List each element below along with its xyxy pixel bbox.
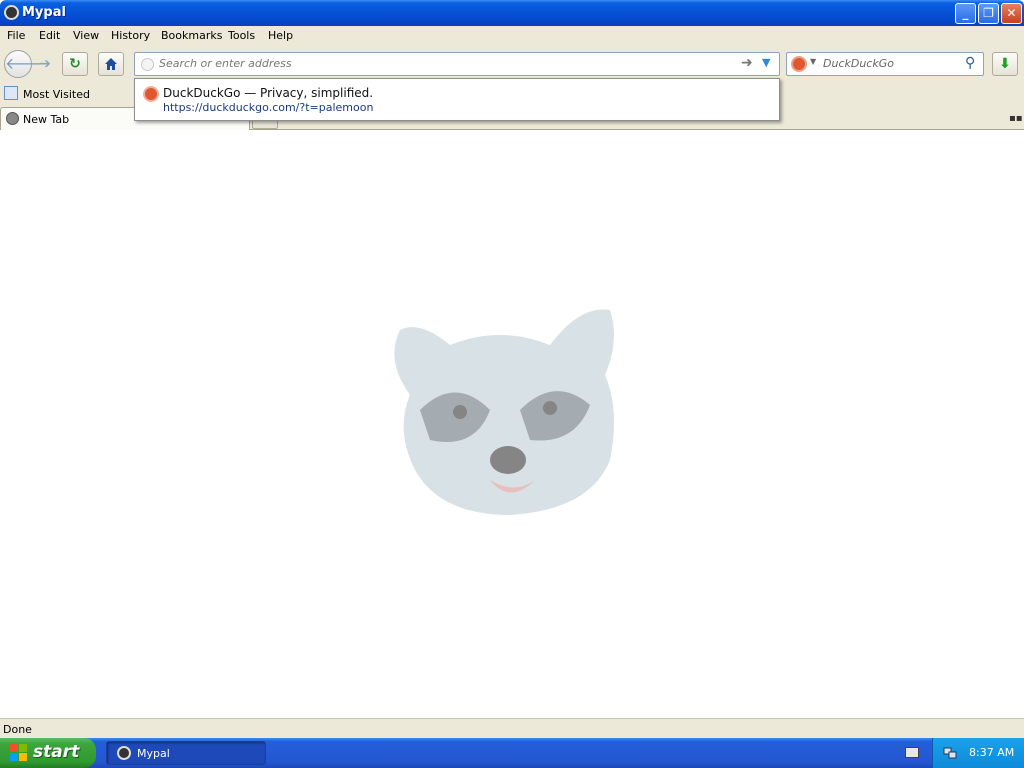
- network-icon[interactable]: [943, 746, 957, 760]
- site-identity-icon[interactable]: [141, 58, 154, 71]
- dropdown-triangle-icon[interactable]: ▼: [762, 56, 770, 69]
- system-tray: 8:37 AM: [932, 738, 1024, 768]
- status-bar: Done: [0, 718, 1024, 738]
- bookmark-most-visited[interactable]: Most Visited: [23, 88, 90, 101]
- menu-edit[interactable]: Edit: [39, 29, 60, 42]
- search-input[interactable]: [823, 57, 963, 70]
- title-bar[interactable]: Mypal _ ❐ ✕: [0, 0, 1024, 26]
- downloads-button[interactable]: ⬇: [992, 52, 1018, 76]
- back-button[interactable]: 🡐: [4, 50, 48, 78]
- menu-tools[interactable]: Tools: [228, 29, 255, 42]
- url-input[interactable]: [159, 57, 739, 70]
- start-label: start: [33, 742, 80, 762]
- duckduckgo-icon: [143, 86, 159, 102]
- taskbar-item-mypal[interactable]: Mypal: [106, 741, 266, 765]
- windows-logo-icon: [10, 744, 28, 762]
- page-content: [0, 130, 1024, 718]
- navigation-toolbar: 🡐 ➔ ↻ ➜ ▼ ▼ ⚲ ⬇: [0, 46, 1024, 82]
- raccoon-icon: [4, 5, 19, 20]
- bookmark-folder-icon: [4, 86, 18, 100]
- reload-button[interactable]: ↻: [62, 52, 88, 76]
- autocomplete-url: https://duckduckgo.com/?t=palemoon: [163, 101, 374, 114]
- mypal-raccoon-logo: [394, 309, 614, 515]
- menu-help[interactable]: Help: [268, 29, 293, 42]
- download-arrow-icon: ⬇: [999, 56, 1011, 72]
- back-forward-group: 🡐 ➔: [4, 50, 58, 78]
- search-icon[interactable]: ⚲: [965, 55, 975, 71]
- forward-button[interactable]: ➔: [34, 54, 56, 74]
- duckduckgo-icon[interactable]: [791, 56, 807, 72]
- home-button[interactable]: [98, 52, 124, 76]
- menu-view[interactable]: View: [73, 29, 99, 42]
- list-all-tabs-icon[interactable]: ▪▪: [1009, 113, 1023, 124]
- raccoon-icon: [117, 746, 131, 760]
- minimize-icon: _: [962, 6, 969, 20]
- status-text: Done: [3, 723, 32, 736]
- menu-history[interactable]: History: [111, 29, 150, 42]
- restore-button[interactable]: ❐: [978, 3, 999, 24]
- menu-bar: File Edit View History Bookmarks Tools H…: [0, 26, 1024, 46]
- chevron-down-icon[interactable]: ▼: [810, 57, 816, 66]
- start-button[interactable]: start: [0, 738, 96, 768]
- clock[interactable]: 8:37 AM: [969, 746, 1014, 759]
- arrow-right-icon: ➔: [39, 56, 51, 72]
- tab-label: New Tab: [23, 113, 70, 126]
- taskbar: start Mypal 8:37 AM: [0, 738, 1024, 768]
- close-icon: ✕: [1006, 6, 1017, 20]
- search-bar[interactable]: ▼ ⚲: [786, 52, 984, 76]
- restore-icon: ❐: [983, 6, 994, 20]
- globe-icon: [6, 112, 19, 125]
- reload-icon: ↻: [69, 56, 81, 72]
- go-arrow-icon[interactable]: ➜: [741, 55, 753, 71]
- keyboard-icon[interactable]: [905, 747, 919, 758]
- window-title: Mypal: [22, 5, 66, 20]
- menu-bookmarks[interactable]: Bookmarks: [161, 29, 222, 42]
- url-bar[interactable]: ➜ ▼: [134, 52, 780, 76]
- taskbar-item-label: Mypal: [137, 747, 170, 760]
- home-icon: [105, 58, 117, 70]
- url-autocomplete-popup: DuckDuckGo — Privacy, simplified. https:…: [134, 78, 780, 121]
- autocomplete-title: DuckDuckGo — Privacy, simplified.: [163, 86, 374, 100]
- close-button[interactable]: ✕: [1001, 3, 1022, 24]
- menu-file[interactable]: File: [7, 29, 25, 42]
- minimize-button[interactable]: _: [955, 3, 976, 24]
